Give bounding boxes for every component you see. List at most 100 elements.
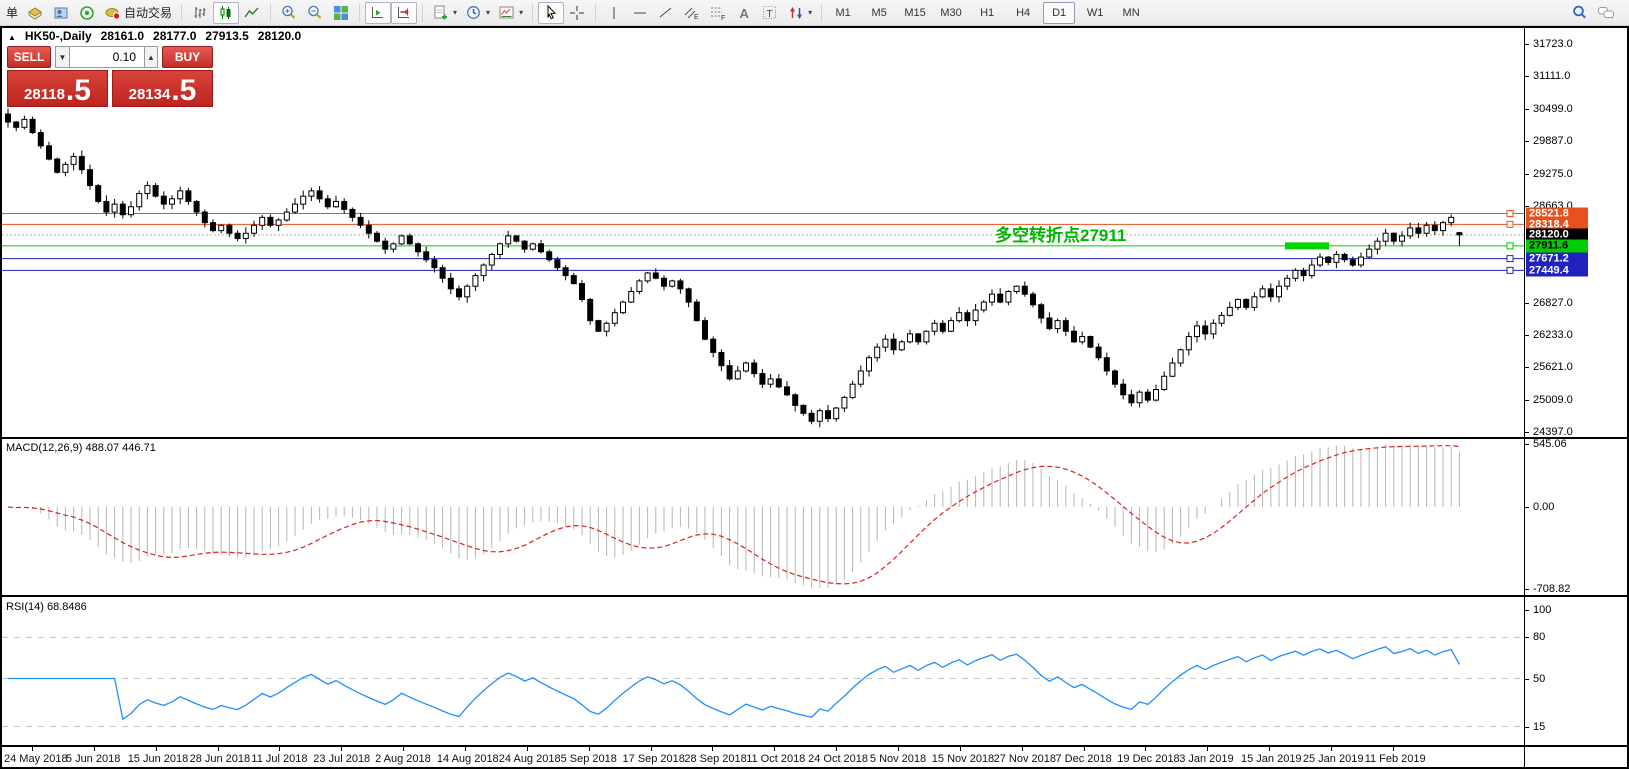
- autotrading-button[interactable]: 自动交易: [100, 2, 176, 24]
- chart-window[interactable]: HK50-,Daily 28161.0 28177.0 27913.5 2812…: [0, 26, 1629, 769]
- candle-body: [866, 357, 872, 372]
- line-handle[interactable]: [1506, 220, 1514, 228]
- horizontal-line-icon: [631, 4, 649, 22]
- rsi-panel-canvas[interactable]: [2, 597, 1524, 745]
- one-click-collapse-toggle[interactable]: [8, 29, 16, 43]
- cursor-button[interactable]: [538, 1, 565, 24]
- price-tag-27449.4: 27449.4: [1526, 263, 1588, 277]
- line-handle[interactable]: [1506, 242, 1514, 250]
- new-order-button[interactable]: 单: [2, 2, 22, 24]
- candle-body: [579, 283, 585, 300]
- candle-body: [1235, 298, 1241, 308]
- candle-body: [464, 285, 471, 298]
- tile-windows-button[interactable]: [328, 2, 354, 24]
- bar-high: 28177.0: [153, 29, 197, 43]
- candle-body: [1415, 227, 1422, 234]
- equidistant-channel-button[interactable]: E: [679, 2, 705, 24]
- timeframe-m30[interactable]: M30: [935, 2, 967, 24]
- text-label-button[interactable]: T: [757, 2, 783, 24]
- candle-body: [1210, 322, 1217, 335]
- search-button[interactable]: [1567, 2, 1593, 24]
- text-button[interactable]: A: [731, 2, 757, 24]
- panel-separator: [2, 745, 1627, 747]
- candlestick-chart-button[interactable]: [213, 1, 240, 24]
- toolbar-separator: [422, 3, 424, 22]
- line-handle[interactable]: [1506, 210, 1514, 218]
- buy-price-box[interactable]: 28134 .5: [112, 70, 213, 107]
- macd-tick-label: 545.06: [1533, 438, 1567, 451]
- sell-button[interactable]: SELL: [7, 46, 51, 68]
- timeframe-h4[interactable]: H4: [1007, 2, 1039, 24]
- navigator-icon: [52, 4, 70, 22]
- timeframe-w1[interactable]: W1: [1079, 2, 1111, 24]
- macd-tick-mark: [1525, 507, 1529, 508]
- trade-panel-controls: SELL ▼ ▲ BUY: [7, 46, 213, 68]
- candle-body: [251, 224, 257, 234]
- line-chart-icon: [243, 4, 261, 22]
- candle-body: [1267, 288, 1274, 298]
- rsi-tick-mark: [1525, 726, 1529, 728]
- arrows-button[interactable]: [783, 2, 816, 24]
- periods-button[interactable]: [461, 2, 494, 24]
- chart-annotation-text[interactable]: 多空转折点27911: [995, 225, 1126, 245]
- candle-body: [808, 412, 815, 422]
- date-label: 28 Jun 2018: [189, 753, 251, 765]
- candle-body: [1284, 277, 1291, 287]
- auto-scroll-button[interactable]: [365, 1, 392, 24]
- price-chart-canvas[interactable]: 多空转折点27911: [2, 28, 1524, 437]
- candle-body: [800, 404, 807, 414]
- date-tick-mark: [526, 747, 528, 751]
- timeframe-d1[interactable]: D1: [1043, 1, 1076, 24]
- volume-decrease-button[interactable]: ▼: [55, 46, 70, 68]
- timeframe-m5[interactable]: M5: [863, 2, 895, 24]
- volume-increase-button[interactable]: ▲: [144, 46, 158, 68]
- indicators-button[interactable]: [428, 2, 461, 24]
- templates-button[interactable]: [494, 2, 527, 24]
- chat-icon: [1597, 4, 1615, 22]
- equidistant-channel-icon: E: [683, 4, 701, 22]
- timeframe-m15[interactable]: M15: [899, 2, 931, 24]
- new-chart-button[interactable]: [74, 2, 100, 24]
- trend-segment-object[interactable]: [1285, 242, 1329, 250]
- candle-body: [13, 121, 20, 128]
- volume-input[interactable]: [70, 46, 144, 68]
- fibonacci-button[interactable]: F: [705, 2, 731, 24]
- candle-body: [1259, 288, 1266, 298]
- macd-panel-canvas[interactable]: [2, 439, 1524, 595]
- timeframe-mn[interactable]: MN: [1115, 2, 1147, 24]
- zoom-in-button[interactable]: [276, 2, 302, 24]
- candle-body: [505, 235, 512, 245]
- candle-body: [234, 232, 241, 240]
- bar-chart-button[interactable]: [187, 2, 213, 24]
- date-tick-mark: [588, 747, 590, 751]
- price-tick-mark: [1525, 334, 1529, 336]
- candle-body: [497, 243, 503, 255]
- candle-body: [1292, 269, 1299, 279]
- buy-button[interactable]: BUY: [162, 46, 213, 68]
- candle-body: [718, 351, 725, 367]
- crosshair-button[interactable]: [564, 2, 590, 24]
- line-handle[interactable]: [1506, 255, 1514, 263]
- zoom-out-button[interactable]: [302, 2, 328, 24]
- timeframe-m1[interactable]: M1: [827, 2, 859, 24]
- chart-shift-button[interactable]: [391, 1, 418, 24]
- chat-button[interactable]: [1593, 2, 1619, 24]
- date-label: 5 Sep 2018: [560, 753, 617, 765]
- market-watch-button[interactable]: [22, 2, 48, 24]
- date-tick-mark: [836, 747, 838, 751]
- horizontal-line-button[interactable]: [627, 2, 653, 24]
- date-label: 17 Sep 2018: [622, 753, 685, 765]
- line-chart-button[interactable]: [239, 2, 265, 24]
- timeframe-h1[interactable]: H1: [971, 2, 1003, 24]
- trendline-button[interactable]: [653, 2, 679, 24]
- candle-body: [759, 373, 766, 385]
- line-handle[interactable]: [1506, 266, 1514, 274]
- sell-price-box[interactable]: 28118 .5: [7, 70, 108, 107]
- candle-body: [923, 330, 930, 343]
- date-tick-mark: [650, 747, 652, 751]
- auto-scroll-icon: [369, 4, 387, 22]
- candle-body: [874, 346, 881, 359]
- navigator-button[interactable]: [48, 2, 74, 24]
- date-tick-mark: [155, 747, 157, 751]
- vertical-line-button[interactable]: [601, 2, 627, 24]
